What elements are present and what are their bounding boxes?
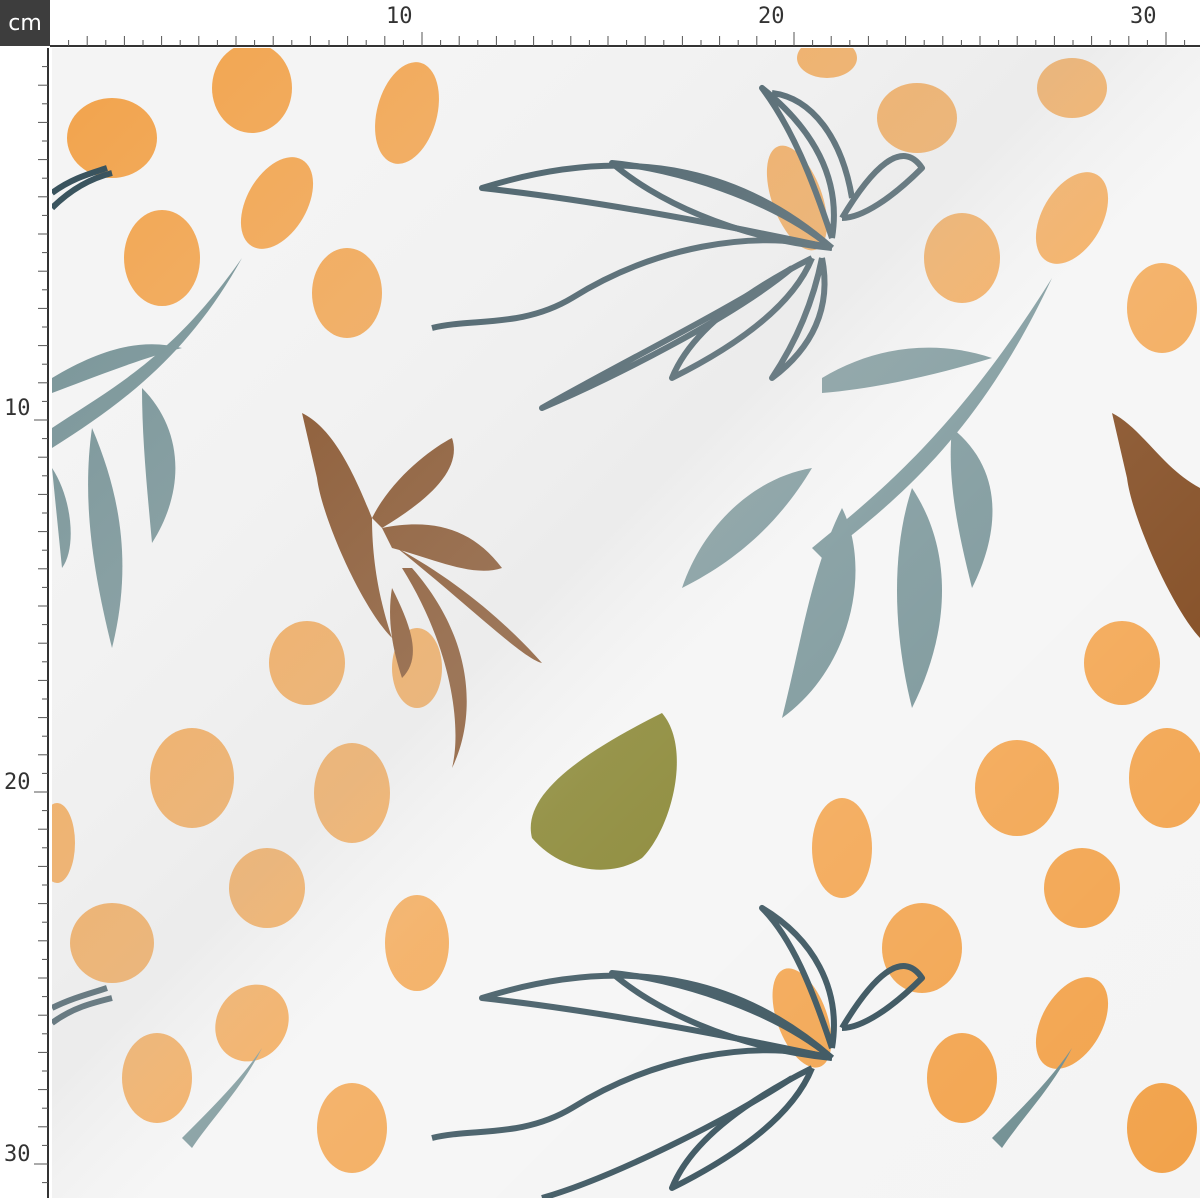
top-ruler-ticks	[50, 32, 1200, 47]
left-ruler-ticks	[34, 48, 49, 1198]
left-ruler-label-10: 10	[4, 396, 31, 421]
fabric-fold-shading	[52, 48, 1200, 1198]
pattern-artwork	[52, 48, 1200, 1198]
left-ruler: 10 20 30	[0, 48, 50, 1198]
left-ruler-label-20: 20	[4, 770, 31, 795]
left-ruler-label-30: 30	[4, 1142, 31, 1167]
top-ruler-label-10: 10	[386, 4, 413, 29]
top-ruler: 10 20 30	[50, 0, 1200, 48]
fabric-pattern	[52, 48, 1200, 1198]
top-ruler-label-20: 20	[758, 4, 785, 29]
top-ruler-label-30: 30	[1130, 4, 1157, 29]
unit-label: cm	[0, 0, 50, 46]
